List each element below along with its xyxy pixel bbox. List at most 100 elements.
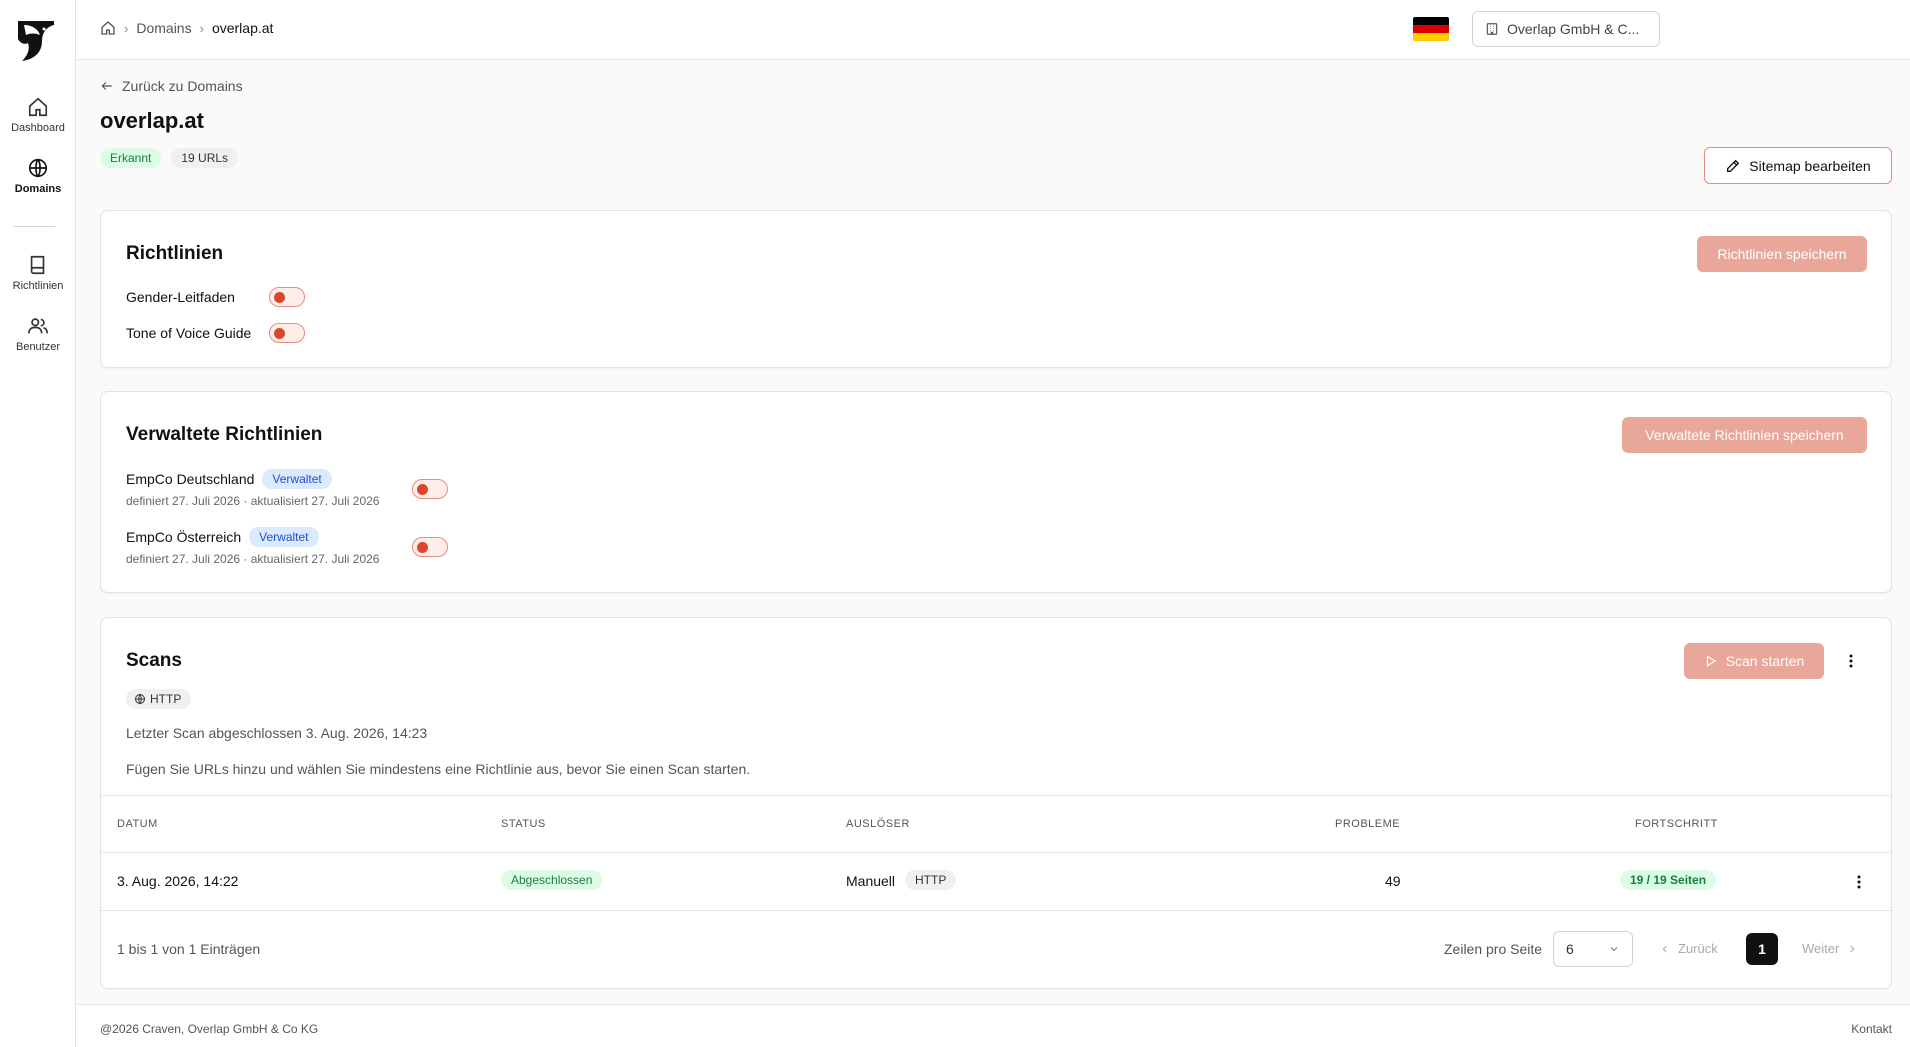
edit-sitemap-button[interactable]: Sitemap bearbeiten <box>1704 147 1892 184</box>
sidebar-item-label: Dashboard <box>11 122 65 134</box>
sidebar-item-label: Domains <box>14 183 62 195</box>
managed-policy-meta: definiert 27. Juli 2026 · aktualisiert 2… <box>126 494 380 508</box>
policy-row-tone-of-voice: Tone of Voice Guide <box>126 325 251 341</box>
start-scan-button[interactable]: Scan starten <box>1684 643 1824 679</box>
back-to-domains-link[interactable]: Zurück zu Domains <box>100 78 243 94</box>
scan-trigger-protocol: HTTP <box>905 870 957 890</box>
chevron-left-icon <box>1662 945 1667 952</box>
page-footer: @2026 Craven, Overlap GmbH & Co KG Konta… <box>76 1004 1910 1047</box>
arrow-left-icon <box>101 82 112 90</box>
scan-trigger: Manuell <box>846 873 896 889</box>
save-policies-button[interactable]: Richtlinien speichern <box>1697 236 1867 272</box>
sidebar-divider <box>13 226 55 227</box>
play-icon <box>1706 655 1716 667</box>
breadcrumb-domains[interactable]: Domains <box>136 20 191 36</box>
scans-table-header: DATUM STATUS AUSLÖSER PROBLEME FORTSCHRI… <box>101 795 1891 853</box>
pagination-next-label: Weiter <box>1802 941 1840 956</box>
footer-contact-link[interactable]: Kontakt <box>1851 1022 1892 1036</box>
page-title: overlap.at <box>100 108 204 133</box>
save-managed-policies-label: Verwaltete Richtlinien speichern <box>1645 427 1844 443</box>
rows-per-page-select[interactable]: 6 <box>1553 931 1633 967</box>
column-header-status: STATUS <box>501 818 546 830</box>
home-icon <box>28 97 48 117</box>
column-header-trigger: AUSLÖSER <box>846 818 910 830</box>
scans-card: Scans Scan starten HTTP Letzter Scan abg… <box>100 617 1892 989</box>
scan-issues-count: 49 <box>1385 873 1401 889</box>
policies-card: Richtlinien Richtlinien speichern Gender… <box>100 210 1892 368</box>
managed-policy-empco-de: EmpCo Deutschland Verwaltet <box>126 469 332 489</box>
chevron-right-icon <box>1850 945 1855 952</box>
pagination-next-button[interactable]: Weiter <box>1802 941 1857 956</box>
policy-toggle-gender[interactable] <box>269 287 305 307</box>
policy-row-gender: Gender-Leitfaden <box>126 289 235 305</box>
breadcrumb-separator: › <box>124 20 129 36</box>
organization-name: Overlap GmbH & C... <box>1507 21 1640 37</box>
managed-toggle-empco-at[interactable] <box>412 537 448 557</box>
top-bar: › Domains › overlap.at Overlap GmbH & C.… <box>76 0 1910 60</box>
managed-toggle-empco-de[interactable] <box>412 479 448 499</box>
sidebar-item-richtlinien[interactable]: Richtlinien <box>0 254 76 292</box>
pagination-info: 1 bis 1 von 1 Einträgen <box>117 941 261 957</box>
craven-logo-icon[interactable] <box>16 19 56 63</box>
sidebar-item-benutzer[interactable]: Benutzer <box>0 315 76 353</box>
pagination-bar: 1 bis 1 von 1 Einträgen Zeilen pro Seite… <box>101 911 1891 989</box>
column-header-issues: PROBLEME <box>1335 818 1401 830</box>
scan-date: 3. Aug. 2026, 14:22 <box>117 873 239 889</box>
column-header-progress: FORTSCHRITT <box>1635 818 1718 830</box>
policy-label: Gender-Leitfaden <box>126 289 235 305</box>
managed-policies-title: Verwaltete Richtlinien <box>126 424 323 445</box>
save-managed-policies-button[interactable]: Verwaltete Richtlinien speichern <box>1622 417 1867 453</box>
breadcrumb-current: overlap.at <box>211 20 274 36</box>
pencil-icon <box>1727 159 1740 172</box>
protocol-chip: HTTP <box>126 689 192 709</box>
sidebar-item-label: Richtlinien <box>12 280 64 292</box>
policies-title: Richtlinien <box>126 243 224 264</box>
rows-per-page-label: Zeilen pro Seite <box>1444 941 1543 957</box>
policy-toggle-tone-of-voice[interactable] <box>269 323 305 343</box>
home-icon[interactable] <box>100 20 116 36</box>
german-flag-icon[interactable] <box>1413 17 1449 41</box>
domain-badges: Erkannt 19 URLs <box>100 148 239 168</box>
back-link-label: Zurück zu Domains <box>122 78 243 94</box>
breadcrumb-separator: › <box>199 20 204 36</box>
book-icon <box>30 255 45 275</box>
pagination-page-1[interactable]: 1 <box>1746 933 1778 965</box>
pagination-prev-button[interactable]: Zurück <box>1660 941 1718 956</box>
managed-policies-card: Verwaltete Richtlinien Verwaltete Richtl… <box>100 391 1892 593</box>
managed-badge: Verwaltet <box>249 527 319 547</box>
globe-icon <box>135 693 145 705</box>
managed-policy-name: EmpCo Deutschland <box>126 471 255 487</box>
scan-progress-badge: 19 / 19 Seiten <box>1620 870 1717 890</box>
last-scan-text: Letzter Scan abgeschlossen 3. Aug. 2026,… <box>126 725 428 741</box>
column-header-date: DATUM <box>117 818 158 830</box>
managed-policy-meta: definiert 27. Juli 2026 · aktualisiert 2… <box>126 552 380 566</box>
sidebar-item-dashboard[interactable]: Dashboard <box>0 96 76 134</box>
edit-sitemap-label: Sitemap bearbeiten <box>1749 157 1871 174</box>
sidebar-item-label: Benutzer <box>15 341 61 353</box>
chevron-down-icon <box>1610 947 1618 952</box>
sidebar: Dashboard Domains Richtlinien Benutzer <box>0 0 76 1047</box>
scan-hint-text: Fügen Sie URLs hinzu und wählen Sie mind… <box>126 761 751 777</box>
managed-badge: Verwaltet <box>262 469 332 489</box>
breadcrumb: › Domains › overlap.at <box>100 20 273 36</box>
url-count-badge: 19 URLs <box>171 148 239 168</box>
protocol-label: HTTP <box>150 692 182 706</box>
scan-status-badge: Abgeschlossen <box>501 870 603 890</box>
rows-per-page-value: 6 <box>1566 941 1574 957</box>
pagination-prev-label: Zurück <box>1678 941 1718 956</box>
managed-policy-name: EmpCo Österreich <box>126 529 242 545</box>
sidebar-item-domains[interactable]: Domains <box>0 157 76 195</box>
scans-more-menu-icon[interactable] <box>1839 649 1863 673</box>
scans-title: Scans <box>126 650 182 671</box>
managed-policy-empco-at: EmpCo Österreich Verwaltet <box>126 527 319 547</box>
start-scan-label: Scan starten <box>1725 653 1805 669</box>
save-policies-label: Richtlinien speichern <box>1717 246 1847 262</box>
users-icon <box>28 318 48 334</box>
globe-icon <box>28 158 48 178</box>
row-more-menu-icon[interactable] <box>1847 870 1871 894</box>
table-row[interactable]: 3. Aug. 2026, 14:22 Abgeschlossen Manuel… <box>101 853 1891 911</box>
footer-copyright: @2026 Craven, Overlap GmbH & Co KG <box>100 1022 319 1036</box>
organization-select[interactable]: Overlap GmbH & C... <box>1472 11 1660 47</box>
policy-label: Tone of Voice Guide <box>126 325 252 341</box>
status-badge: Erkannt <box>100 148 162 168</box>
